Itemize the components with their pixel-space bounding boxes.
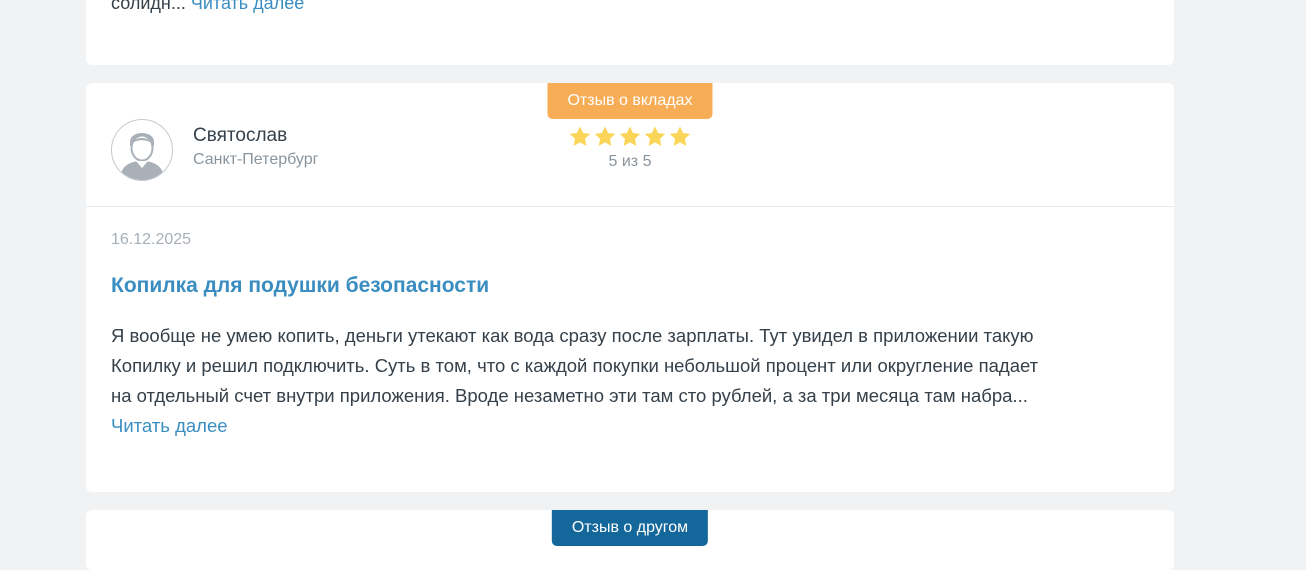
header-divider bbox=[86, 206, 1174, 207]
review-body: Я вообще не умею копить, деньги утекают … bbox=[111, 321, 1151, 441]
review-body-line: Копилку и решил подключить. Суть в том, … bbox=[111, 355, 1039, 376]
review-category-badge[interactable]: Отзыв о вкладах bbox=[547, 83, 713, 119]
rating-stars bbox=[568, 125, 692, 149]
star-icon bbox=[594, 126, 616, 146]
next-review-card: Отзыв о другом bbox=[86, 510, 1174, 570]
star-icon bbox=[569, 126, 591, 146]
author-name: Святослав bbox=[193, 125, 288, 146]
previous-review-text: солидн... Читать далее bbox=[111, 0, 304, 13]
star-icon bbox=[619, 126, 641, 146]
review-card: Отзыв о вкладах Святослав Санкт-Петербур… bbox=[86, 83, 1174, 492]
review-body-line: Я вообще не умею копить, деньги утекают … bbox=[111, 325, 1034, 346]
previous-review-card: солидн... Читать далее bbox=[86, 0, 1174, 65]
review-title[interactable]: Копилка для подушки безопасности bbox=[111, 274, 489, 298]
next-review-category-badge[interactable]: Отзыв о другом bbox=[551, 510, 709, 546]
previous-review-fragment: солидн... bbox=[111, 0, 186, 13]
review-read-more-link[interactable]: Читать далее bbox=[111, 411, 1151, 441]
star-icon bbox=[669, 126, 691, 146]
author-city: Санкт-Петербург bbox=[193, 151, 319, 168]
rating-label: 5 из 5 bbox=[608, 153, 652, 170]
review-date: 16.12.2025 bbox=[111, 231, 192, 248]
star-icon bbox=[644, 126, 666, 146]
user-avatar-icon bbox=[111, 119, 173, 181]
review-body-line: на отдельный счет внутри приложения. Вро… bbox=[111, 385, 1028, 406]
previous-review-read-more-link[interactable]: Читать далее bbox=[191, 0, 304, 13]
